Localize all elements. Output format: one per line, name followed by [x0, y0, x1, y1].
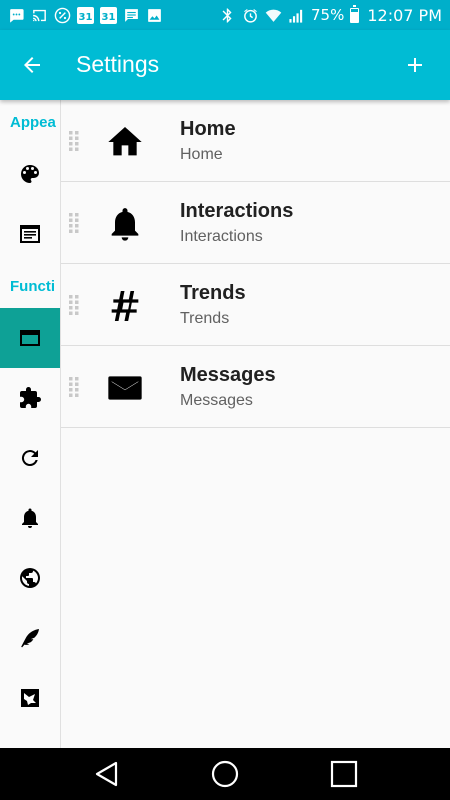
tabs-list: Home Home Interactions Interactions Tren…: [61, 100, 450, 428]
sidebar-item-network[interactable]: [0, 548, 60, 608]
battery-icon: [350, 4, 360, 23]
app-toolbar: Settings: [0, 30, 450, 100]
list-item-messages[interactable]: Messages Messages: [61, 346, 450, 428]
nav-home-button[interactable]: [211, 760, 239, 788]
recents-square-icon: [330, 760, 358, 788]
list-item-subtitle: Messages: [180, 392, 253, 409]
puzzle-icon: [20, 387, 41, 408]
sidebar-item-extensions[interactable]: [0, 368, 60, 428]
status-bar: 31 31 75% 12:07 PM: [0, 0, 450, 30]
nav-back-button[interactable]: [93, 760, 121, 788]
cast-icon: [31, 7, 48, 24]
sidebar-item-display[interactable]: [0, 204, 60, 264]
back-triangle-icon: [95, 761, 118, 787]
battery-percent: 75%: [311, 6, 345, 24]
sidebar-item-theme[interactable]: [0, 144, 60, 204]
list-item-interactions[interactable]: Interactions Interactions: [61, 182, 450, 264]
palette-icon: [21, 165, 39, 183]
calendar-icon: 31: [100, 6, 117, 24]
bluetooth-icon: [219, 7, 236, 24]
home-circle-icon: [211, 760, 239, 788]
refresh-icon: [21, 450, 38, 467]
envelope-icon: [105, 368, 145, 408]
drag-handle-icon[interactable]: [68, 376, 80, 398]
bell-icon: [22, 508, 38, 528]
sidebar-item-refresh[interactable]: [0, 428, 60, 488]
add-icon: [408, 58, 422, 72]
bell-icon: [105, 204, 145, 244]
image-icon: [146, 7, 163, 24]
home-icon: [105, 122, 145, 162]
globe-icon: [20, 568, 40, 588]
message-icon: [123, 7, 140, 24]
clock: 12:07 PM: [367, 5, 442, 25]
calendar-icon: 31: [77, 6, 94, 24]
wifi-icon: [265, 7, 282, 24]
status-bar-system: 75% 12:07 PM: [219, 4, 442, 25]
list-item-subtitle: Interactions: [180, 228, 263, 245]
signal-icon: [288, 7, 305, 24]
drag-handle-icon[interactable]: [68, 294, 80, 316]
drag-handle-icon[interactable]: [68, 212, 80, 234]
tab-icon: [20, 330, 40, 346]
article-icon: [20, 225, 40, 243]
feather-icon: [21, 629, 39, 648]
system-navigation-bar: [0, 748, 450, 800]
list-item-title: Interactions: [180, 200, 294, 222]
alarm-icon: [242, 7, 259, 24]
back-button[interactable]: [20, 53, 44, 77]
list-item-subtitle: Trends: [180, 310, 230, 327]
sidebar-item-about[interactable]: [0, 668, 60, 728]
sidebar-item-notifications[interactable]: [0, 488, 60, 548]
nav-recents-button[interactable]: [330, 760, 358, 788]
list-item-title: Trends: [180, 282, 246, 304]
hashtag-icon: [105, 286, 145, 326]
bird-icon: [21, 689, 39, 707]
arrow-back-icon: [24, 57, 40, 73]
status-bar-notifications: 31 31: [8, 6, 163, 24]
drag-handle-icon[interactable]: [68, 130, 80, 152]
chat-icon: [8, 7, 25, 24]
list-item-subtitle: Home: [180, 146, 223, 163]
category-functions-label: Functi: [10, 278, 55, 295]
page-title: Settings: [76, 51, 160, 77]
add-tab-button[interactable]: [403, 53, 427, 77]
category-appearance-label: Appea: [10, 114, 56, 131]
settings-sidebar: Appea Functi: [0, 100, 61, 748]
list-item-title: Messages: [180, 364, 276, 386]
list-item-trends[interactable]: Trends Trends: [61, 264, 450, 346]
list-item-title: Home: [180, 118, 236, 140]
percent-icon: [54, 7, 71, 24]
sidebar-item-compose[interactable]: [0, 608, 60, 668]
sidebar-item-tabs[interactable]: [0, 308, 60, 368]
list-item-home[interactable]: Home Home: [61, 100, 450, 182]
